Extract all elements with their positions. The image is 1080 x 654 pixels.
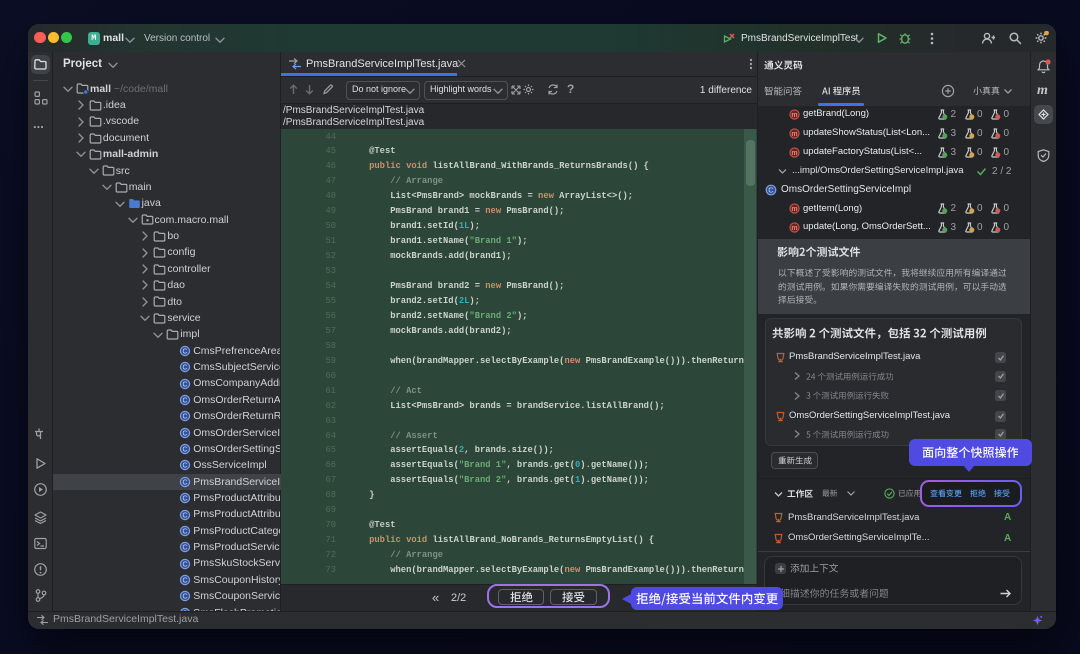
svg-text:m: m [791, 206, 797, 213]
svg-text:m: m [791, 112, 797, 119]
svg-text:m: m [791, 225, 797, 232]
svg-text:C: C [183, 381, 188, 388]
svg-text:C: C [183, 496, 188, 503]
svg-text:C: C [183, 463, 188, 470]
svg-text:C: C [183, 577, 188, 584]
svg-text:C: C [183, 528, 188, 535]
svg-text:C: C [183, 479, 188, 486]
svg-text:C: C [768, 186, 774, 195]
svg-text:C: C [183, 545, 188, 552]
svg-text:C: C [183, 397, 188, 404]
svg-text:C: C [183, 430, 188, 437]
svg-text:C: C [183, 594, 188, 601]
svg-text:C: C [183, 561, 188, 568]
svg-text:C: C [183, 365, 188, 372]
svg-text:m: m [791, 150, 797, 157]
svg-text:C: C [183, 512, 188, 519]
svg-text:C: C [183, 348, 188, 355]
svg-text:m: m [791, 131, 797, 138]
svg-text:C: C [183, 414, 188, 421]
svg-text:C: C [183, 446, 188, 453]
